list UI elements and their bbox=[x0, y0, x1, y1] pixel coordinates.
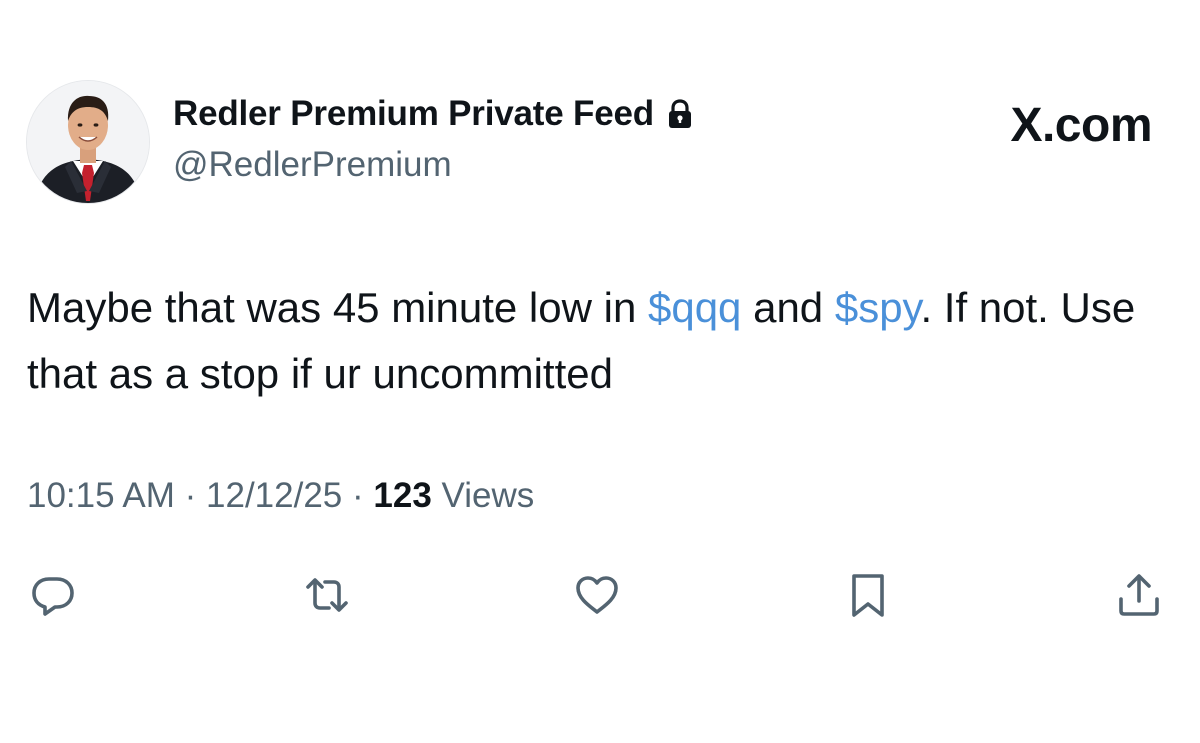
tweet-time[interactable]: 10:15 AM bbox=[27, 476, 175, 515]
tweet-text-part: Maybe that was 45 minute low in bbox=[27, 284, 648, 331]
cashtag-link[interactable]: $spy bbox=[835, 284, 921, 331]
cashtag-link[interactable]: $qqq bbox=[648, 284, 741, 331]
author-row: Redler Premium Private Feed bbox=[173, 94, 694, 134]
handle[interactable]: @RedlerPremium bbox=[173, 145, 452, 185]
reply-button[interactable] bbox=[26, 568, 80, 622]
brand-watermark: X.com bbox=[1010, 99, 1152, 152]
tweet-date[interactable]: 12/12/25 bbox=[206, 476, 342, 515]
lock-icon bbox=[666, 99, 694, 129]
views-label: Views bbox=[441, 476, 535, 515]
like-button[interactable] bbox=[570, 568, 624, 622]
tweet-text-part: and bbox=[741, 284, 835, 331]
repost-button[interactable] bbox=[300, 568, 354, 622]
heart-icon bbox=[576, 576, 618, 614]
share-icon bbox=[1119, 574, 1159, 616]
views-count: 123 bbox=[373, 476, 432, 515]
meta-separator: · bbox=[184, 476, 197, 515]
meta-separator: · bbox=[352, 476, 364, 515]
profile-photo bbox=[27, 81, 149, 203]
action-bar bbox=[0, 568, 1200, 622]
tweet-meta: 10:15 AM · 12/12/25 · 123 Views bbox=[27, 476, 534, 516]
chevron-down-icon[interactable] bbox=[50, 0, 72, 8]
display-name[interactable]: Redler Premium Private Feed bbox=[173, 94, 654, 134]
bookmark-button[interactable] bbox=[841, 568, 895, 622]
repost-icon bbox=[306, 578, 348, 612]
tweet-text: Maybe that was 45 minute low in $qqq and… bbox=[27, 275, 1177, 407]
share-button[interactable] bbox=[1112, 568, 1166, 622]
reply-icon bbox=[32, 577, 74, 616]
bookmark-icon bbox=[852, 574, 884, 617]
avatar[interactable] bbox=[26, 80, 150, 204]
